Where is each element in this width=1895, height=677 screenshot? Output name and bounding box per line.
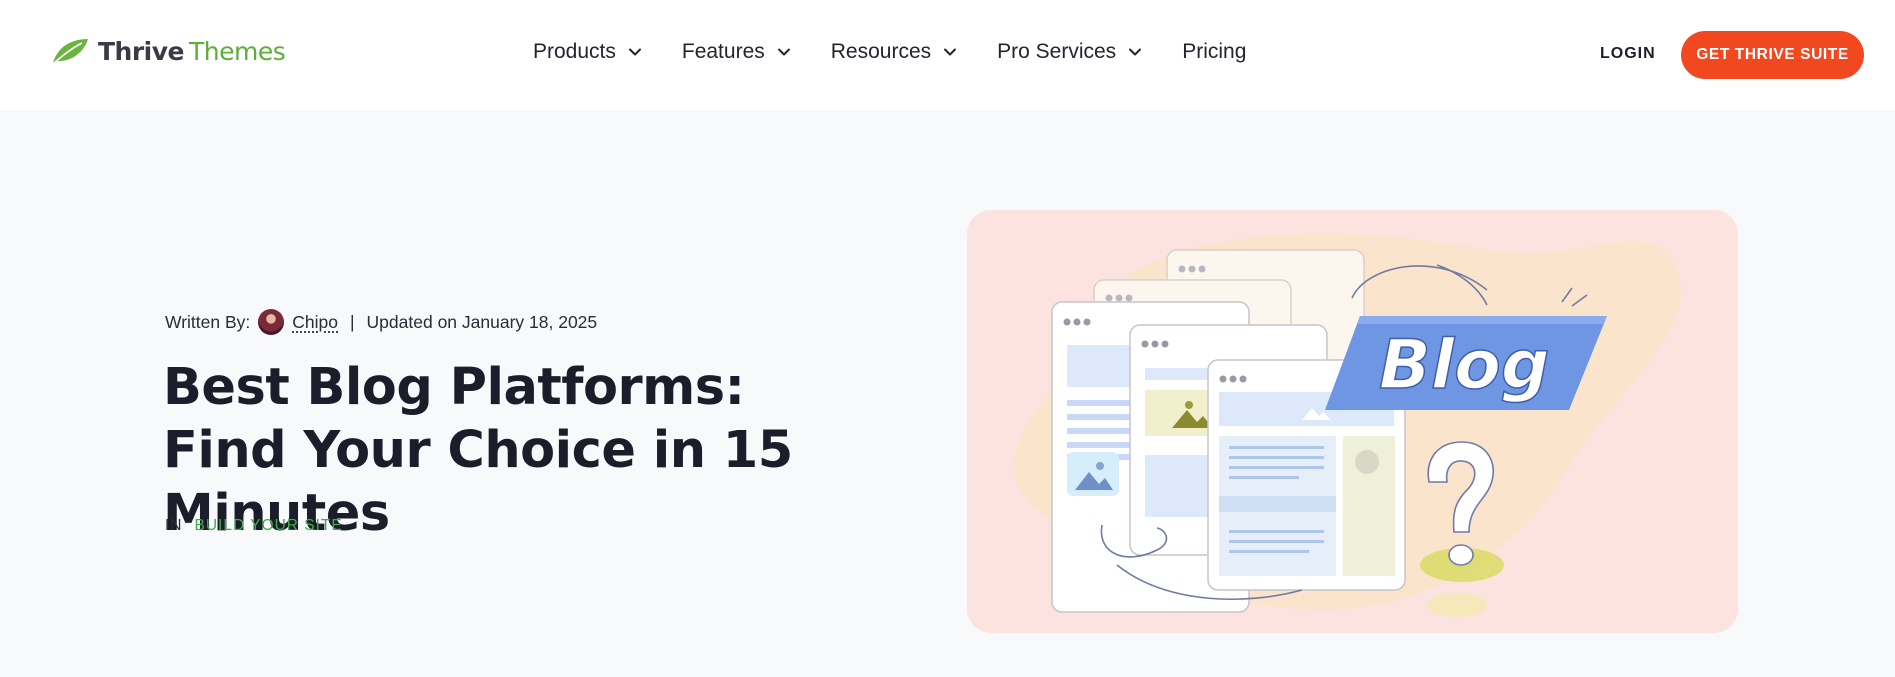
image-icon (1067, 452, 1119, 496)
updated-date: Updated on January 18, 2025 (366, 311, 598, 332)
author-link[interactable]: Chipo (292, 312, 338, 333)
chevron-down-icon (628, 48, 641, 56)
blog-badge: Blog (1325, 316, 1607, 410)
byline: Written By: Chipo | Updated on January 1… (165, 309, 597, 335)
blog-badge-text: Blog (1379, 326, 1550, 405)
hero-illustration-svg: Blog (1014, 233, 1682, 617)
byline-separator: | (350, 311, 355, 332)
hero-blob (1427, 593, 1487, 617)
nav-item-label: Resources (830, 40, 932, 63)
nav-item-label: Pricing (1182, 40, 1247, 63)
author-avatar (258, 309, 285, 335)
nav-item-pro-services[interactable]: Pro Services (997, 40, 1142, 64)
site-header: Thrive Themes Products Features Resources… (0, 0, 1895, 110)
hero-illustration: Blog (967, 210, 1738, 633)
logo-thrive-text: Thrive (98, 36, 185, 66)
category-prefix: IN (165, 517, 183, 534)
chevron-down-icon (1129, 48, 1142, 56)
chevron-down-icon (777, 48, 790, 56)
nav-item-label: Pro Services (997, 40, 1117, 63)
get-thrive-suite-button[interactable]: GET THRIVE SUITE (1681, 31, 1864, 79)
logo-themes-text: Themes (189, 36, 286, 66)
nav-item-pricing[interactable]: Pricing (1182, 40, 1246, 64)
chevron-down-icon (944, 48, 957, 56)
category-link[interactable]: BUILD YOUR SITE (195, 517, 343, 535)
category-line: IN BUILD YOUR SITE (165, 517, 343, 535)
nav-item-products[interactable]: Products (533, 40, 642, 64)
login-link[interactable]: LOGIN (1600, 45, 1656, 63)
nav-item-label: Products (533, 40, 616, 63)
nav-item-label: Features (681, 40, 765, 63)
nav-item-features[interactable]: Features (682, 40, 791, 64)
written-by-label: Written By: (165, 311, 251, 332)
leaf-icon (52, 39, 88, 65)
nav-item-resources[interactable]: Resources (831, 40, 957, 64)
site-logo[interactable]: Thrive Themes (50, 36, 286, 66)
main-nav: Products Features Resources Pro Services… (533, 40, 1246, 64)
